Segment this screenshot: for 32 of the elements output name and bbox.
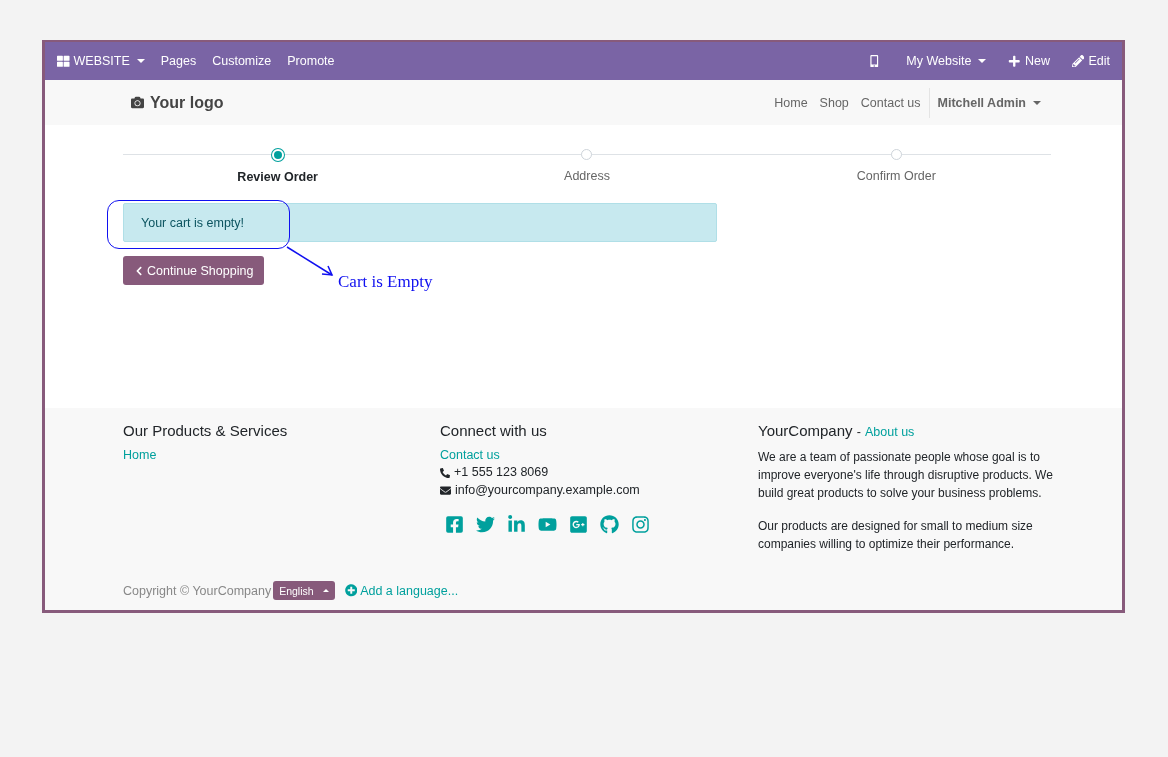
copyright: Copyright © YourCompany (123, 583, 272, 598)
company-name: YourCompany (758, 422, 853, 439)
email-address: info@yourcompany.example.com (455, 483, 640, 498)
footer-link[interactable]: Home (123, 448, 440, 462)
phone-number: +1 555 123 8069 (454, 465, 549, 480)
menu-item[interactable]: Pages (152, 54, 205, 68)
logo: Your logo (123, 93, 224, 112)
about-link[interactable]: About us (865, 425, 915, 439)
footer-heading: Connect with us (440, 422, 548, 439)
language-selector[interactable]: English (273, 581, 335, 600)
annotation-label: Cart is Empty (338, 272, 433, 292)
separator: - (856, 425, 861, 439)
about-text: Our products are designed for small to medium size companies willing to optimize their performance. (758, 518, 1034, 553)
new-button[interactable]: New (1000, 54, 1058, 68)
nav-link[interactable]: Contact us (854, 95, 927, 110)
menu-item[interactable]: Promote (279, 54, 343, 68)
edit-button[interactable]: Edit (1063, 54, 1118, 68)
add-language-link[interactable]: Add a language... (344, 583, 459, 598)
contact-link[interactable]: Contact us (440, 448, 758, 462)
continue-shopping-button[interactable]: Continue Shopping (123, 256, 265, 285)
empty-cart-alert: Your cart is empty! (123, 203, 717, 242)
footer-heading: Our Products & Services (123, 422, 289, 439)
step-label: Confirm Order (856, 169, 936, 183)
nav-link[interactable]: Home (768, 95, 814, 110)
step-label: Address (564, 169, 610, 183)
nav-link[interactable]: Shop (813, 95, 855, 110)
website-menu[interactable]: WEBSITE (49, 54, 153, 68)
step-label: Review Order (237, 170, 318, 184)
website-switcher[interactable]: My Website (898, 54, 995, 68)
user-menu[interactable]: Mitchell Admin (928, 87, 1045, 118)
about-text: We are a team of passionate people whose goal is to improve everyone's life through disruptive products. We build great products to solve your business problems. (758, 449, 1054, 502)
menu-item[interactable]: Customize (204, 54, 280, 68)
